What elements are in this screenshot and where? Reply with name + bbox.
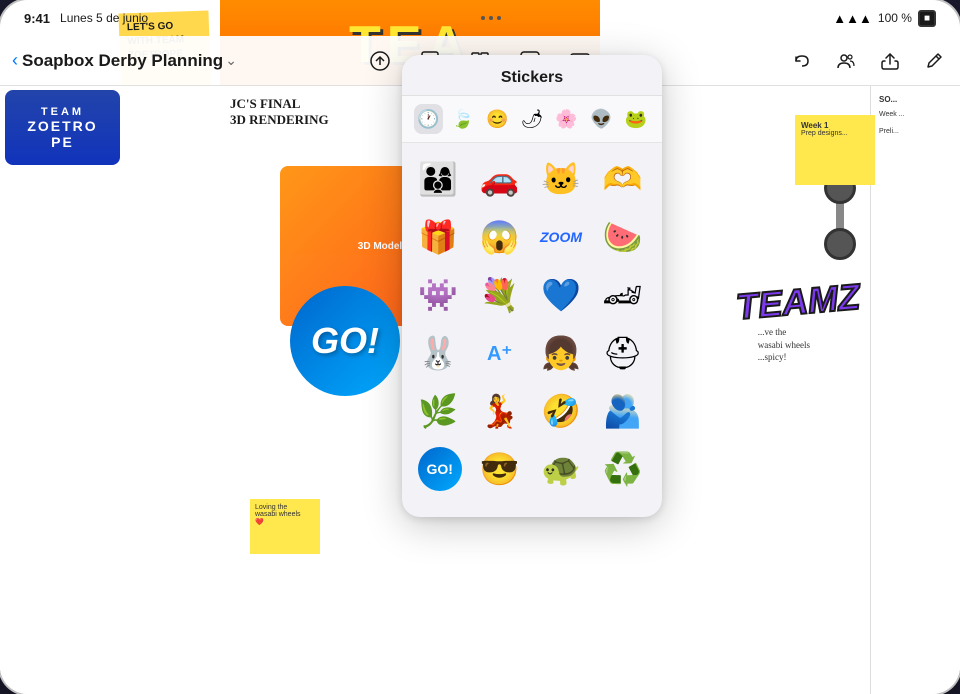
frog-category-icon[interactable]: 🐸	[621, 104, 650, 134]
pen-tool-icon[interactable]	[365, 46, 395, 76]
wifi-icon: ▲▲▲	[833, 11, 872, 26]
sticker-monster[interactable]: 👾	[410, 267, 466, 323]
sticker-leaf[interactable]: 🌿	[410, 383, 466, 439]
status-right: ▲▲▲ 100 % ■	[833, 10, 936, 27]
sticker-aplus[interactable]: A⁺	[472, 325, 528, 381]
status-bar: 9:41 Lunes 5 de junio ▲▲▲ 100 % ■	[0, 0, 960, 36]
flower-category-icon[interactable]: 🌸	[552, 104, 581, 134]
edit-pencil-icon[interactable]	[920, 47, 948, 75]
sticker-hug[interactable]: 🫂	[595, 383, 651, 439]
sticker-surprised[interactable]: 😱	[472, 209, 528, 265]
people-icon[interactable]	[832, 47, 860, 75]
sticker-panel-title: Stickers	[402, 55, 662, 96]
battery-level: 100 %	[878, 11, 912, 25]
sticker-watermelon[interactable]: 🍉	[595, 209, 651, 265]
alien-category-icon[interactable]: 👽	[587, 104, 616, 134]
go-bubble: GO!	[290, 286, 400, 396]
status-date: Lunes 5 de junio	[60, 11, 148, 25]
ipad-frame: TE A TEAM ZOETRO PE LET'S GO WITH TEAM Z…	[0, 0, 960, 694]
recent-category-icon[interactable]: 🕐	[414, 104, 443, 134]
sticker-dance[interactable]: 💃	[472, 383, 528, 439]
status-time: 9:41	[24, 11, 50, 26]
smile-category-icon[interactable]: 😊	[483, 104, 512, 134]
sticker-heart-hands[interactable]: 🫶	[595, 151, 651, 207]
sticker-recycle[interactable]: ♻️	[595, 441, 651, 497]
toolbar-right-icons	[788, 47, 948, 75]
sticker-helmet[interactable]: ⛑	[595, 325, 651, 381]
sticker-zoom[interactable]: ZOOM	[533, 209, 589, 265]
sticker-turtle[interactable]: 🐢	[533, 441, 589, 497]
undo-icon[interactable]	[788, 47, 816, 75]
share-icon[interactable]	[876, 47, 904, 75]
battery-icon: ■	[918, 10, 936, 27]
sticker-category-bar: 🕐 🍃 😊 🌶 🌸 👽 🐸	[402, 96, 662, 143]
sticker-family[interactable]: 👨‍👩‍👦	[410, 151, 466, 207]
sticker-cat[interactable]: 🐱	[533, 151, 589, 207]
teamz-sticker: TEAMZ	[734, 276, 861, 329]
document-title: Soapbox Derby Planning	[22, 51, 223, 71]
sticker-fire-car[interactable]: 🏎	[595, 267, 651, 323]
sticker-go[interactable]: GO!	[418, 447, 462, 491]
sticker-panel: Stickers 🕐 🍃 😊 🌶 🌸 👽 🐸 👨‍👩‍👦 🚗 🐱 🫶 🎁 😱 Z…	[402, 55, 662, 517]
sticker-flowers[interactable]: 💐	[472, 267, 528, 323]
title-chevron-icon[interactable]: ⌄	[225, 52, 237, 69]
back-button[interactable]: ‹	[12, 50, 18, 71]
sticker-rabbit[interactable]: 🐰	[410, 325, 466, 381]
back-chevron-icon: ‹	[12, 50, 18, 71]
sticker-girl[interactable]: 👧	[533, 325, 589, 381]
sticker-blue-heart[interactable]: 💙	[533, 267, 589, 323]
chili-category-icon[interactable]: 🌶	[518, 104, 547, 134]
sticker-grid: 👨‍👩‍👦 🚗 🐱 🫶 🎁 😱 ZOOM 🍉 👾 💐 💙 🏎 🐰 A⁺ 👧 ⛑ …	[402, 143, 662, 505]
sticker-laugh[interactable]: 🤣	[533, 383, 589, 439]
sticker-red-car[interactable]: 🚗	[472, 151, 528, 207]
sticker-gift[interactable]: 🎁	[410, 209, 466, 265]
sticker-cool[interactable]: 😎	[472, 441, 528, 497]
leaf-category-icon[interactable]: 🍃	[449, 104, 478, 134]
